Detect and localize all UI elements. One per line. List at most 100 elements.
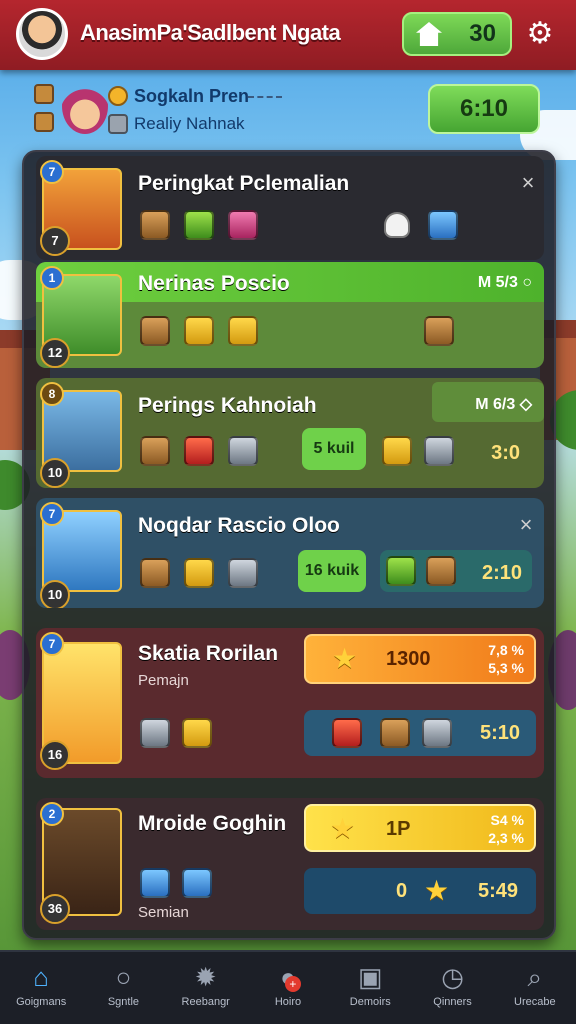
axe-icon bbox=[228, 436, 258, 466]
bowl-icon bbox=[140, 558, 170, 588]
bar-percent-1: 7,8 % bbox=[488, 642, 524, 658]
tool-icon bbox=[140, 868, 170, 898]
reward-bar: 0 ★ 5:49 bbox=[304, 868, 536, 914]
level-badge: 10 bbox=[40, 580, 70, 608]
row-title: Peringkat Pclemalian bbox=[138, 172, 350, 195]
nav-item-demoirs[interactable]: ▣ Demoirs bbox=[329, 952, 411, 1024]
list-item[interactable]: 7 16 Skatia Rorilan Pemajn ★ 1300 7,8 % … bbox=[36, 628, 544, 778]
level-badge: 7 bbox=[40, 226, 70, 256]
jar-icon bbox=[182, 868, 212, 898]
flower-icon bbox=[228, 210, 258, 240]
gear-icon[interactable]: ⚙ bbox=[522, 16, 558, 52]
coin-counter[interactable]: 30 bbox=[402, 12, 512, 56]
progress-bar: ★ 1P S4 % 2,3 % bbox=[304, 804, 536, 852]
bar-percent-1: S4 % bbox=[490, 812, 524, 828]
app-title: AnasimPa'Sadlbent Ngata bbox=[80, 20, 341, 45]
bar-value: 1P bbox=[386, 818, 411, 840]
rank-badge: 8 bbox=[40, 382, 64, 406]
flower-icon bbox=[382, 436, 412, 466]
rank-badge: 1 bbox=[40, 266, 64, 290]
crate-icon bbox=[424, 436, 454, 466]
bar-percent-2: 5,3 % bbox=[488, 660, 524, 676]
list-item[interactable]: 2 36 Mroide Goghin Semian ★ 1P S4 % 2,3 … bbox=[36, 798, 544, 930]
leaf-icon bbox=[184, 210, 214, 240]
level-badge: 16 bbox=[40, 740, 70, 770]
list-item[interactable]: 8 10 Perings Kahnoiah M 6/3 ◇ 5 kuil 3:0 bbox=[36, 378, 544, 488]
nav-item-chat[interactable]: ● + Hoiro bbox=[247, 952, 329, 1024]
nav-label: Qinners bbox=[433, 996, 472, 1008]
profile-avatar[interactable] bbox=[62, 78, 108, 134]
hammer-icon bbox=[424, 316, 454, 346]
nav-item-winners[interactable]: ◷ Qinners bbox=[411, 952, 493, 1024]
box-icon bbox=[380, 718, 410, 748]
home-icon: ⌂ bbox=[33, 962, 49, 992]
reward-pill[interactable]: 5 kuil bbox=[302, 428, 366, 470]
level-badge: 10 bbox=[40, 458, 70, 488]
star-icon: ★ bbox=[332, 643, 358, 674]
nav-item-home[interactable]: ⌂ Goigmans bbox=[0, 952, 82, 1024]
star-icon bbox=[184, 558, 214, 588]
row-title: Mroide Goghin bbox=[138, 812, 287, 835]
row-title: Skatia Rorilan bbox=[138, 642, 279, 665]
reward-count: 0 bbox=[396, 880, 408, 902]
bar-percent-2: 2,3 % bbox=[488, 830, 524, 846]
star-icon: ★ bbox=[424, 875, 450, 906]
profile-strip: Sogkaln Pren Realiy Nahnak 6:10 bbox=[30, 78, 550, 144]
bread-icon bbox=[140, 316, 170, 346]
row-score: 3:0 bbox=[491, 442, 520, 464]
star-icon: ★ bbox=[330, 813, 356, 844]
row-subtitle: Semian bbox=[138, 904, 189, 921]
row-score: 5:10 bbox=[479, 722, 520, 744]
nav-label: Demoirs bbox=[349, 996, 391, 1008]
rank-badge: 7 bbox=[40, 632, 64, 656]
star-icon bbox=[184, 316, 214, 346]
magnifier-icon: ⌕ bbox=[527, 962, 543, 992]
tools-icon bbox=[422, 718, 452, 748]
nav-label: Sgntle bbox=[107, 996, 140, 1008]
row-title: Perings Kahnoiah bbox=[138, 394, 317, 417]
bag-icon bbox=[140, 210, 170, 240]
row-tag: M 6/3 ◇ bbox=[475, 396, 532, 413]
trophy-icon bbox=[426, 556, 456, 586]
notification-dot: + bbox=[284, 976, 301, 992]
list-item[interactable]: 1 12 Nerinas Poscio M 5/3 ○ bbox=[36, 262, 544, 368]
nav-item-search[interactable]: ○ Sgntle bbox=[82, 952, 164, 1024]
profile-divider bbox=[248, 96, 282, 98]
list-item[interactable]: 7 7 Peringkat Pclemalian × bbox=[36, 156, 544, 260]
maple-icon bbox=[228, 316, 258, 346]
chest-icon bbox=[140, 436, 170, 466]
row-tag: M 5/3 ○ bbox=[477, 274, 532, 291]
player-avatar[interactable] bbox=[16, 8, 68, 60]
row-title: Nerinas Poscio bbox=[138, 272, 290, 295]
nav-item-explore[interactable]: ⌕ Urecabe bbox=[494, 952, 576, 1024]
bar-value: 1300 bbox=[386, 648, 431, 670]
search-icon: ○ bbox=[115, 962, 132, 992]
wing-icon bbox=[228, 558, 258, 588]
level-badge: 12 bbox=[40, 338, 70, 368]
chest-icon bbox=[332, 718, 362, 748]
cup-icon bbox=[182, 718, 212, 748]
profile-item-icons bbox=[34, 84, 60, 140]
bottom-nav: ⌂ Goigmans ○ Sgntle ✹ Reebangr ● + Hoiro… bbox=[0, 950, 576, 1024]
profile-subtitle: Realiy Nahnak bbox=[134, 114, 245, 133]
nav-label: Hoiro bbox=[274, 996, 302, 1008]
timer-button[interactable]: 6:10 bbox=[428, 84, 540, 134]
reward-pill[interactable]: 16 kuik bbox=[298, 550, 366, 592]
shield-icon bbox=[140, 718, 170, 748]
leaf-icon bbox=[386, 556, 416, 586]
rank-badge: 7 bbox=[40, 160, 64, 184]
potion-icon bbox=[428, 210, 458, 240]
nav-item-rewards[interactable]: ✹ Reebangr bbox=[165, 952, 247, 1024]
tv-icon: ▣ bbox=[357, 962, 383, 992]
progress-bar: ★ 1300 7,8 % 5,3 % bbox=[304, 634, 536, 684]
coin-count: 30 bbox=[469, 20, 496, 47]
burst-icon: ✹ bbox=[194, 962, 217, 992]
nav-label: Reebangr bbox=[181, 996, 230, 1008]
ghost-icon bbox=[384, 212, 410, 238]
close-icon[interactable]: × bbox=[514, 512, 538, 538]
list-item[interactable]: 7 10 Noqdar Rascio Oloo × 16 kuik 2:10 bbox=[36, 498, 544, 608]
nav-label: Goigmans bbox=[16, 996, 67, 1008]
profile-name: Sogkaln Pren bbox=[134, 86, 250, 106]
close-icon[interactable]: × bbox=[516, 170, 540, 196]
clock-icon: ◷ bbox=[441, 962, 464, 992]
